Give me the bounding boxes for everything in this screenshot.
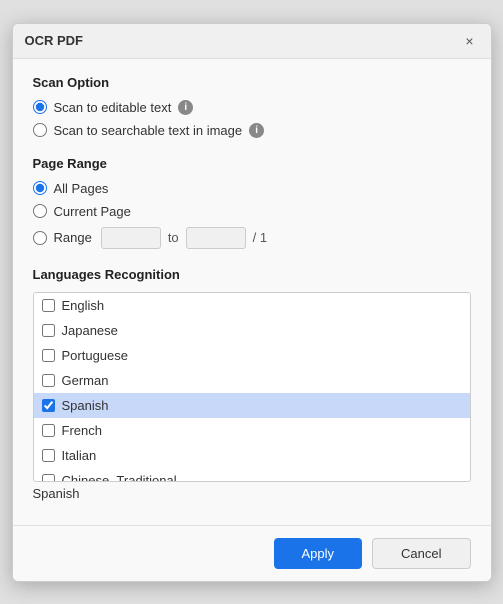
page-range-title: Page Range (33, 156, 471, 171)
list-item[interactable]: Italian (34, 443, 470, 468)
cancel-button[interactable]: Cancel (372, 538, 470, 569)
apply-button[interactable]: Apply (274, 538, 363, 569)
page-range-group: All Pages Current Page Range to / 1 (33, 181, 471, 249)
range-total-text: / 1 (253, 230, 267, 245)
list-item[interactable]: German (34, 368, 470, 393)
lang-checkbox-6[interactable] (42, 449, 55, 462)
range-label: Range (54, 230, 92, 245)
current-page-radio[interactable] (33, 204, 47, 218)
range-from-input[interactable] (101, 227, 161, 249)
lang-checkbox-0[interactable] (42, 299, 55, 312)
list-item[interactable]: Spanish (34, 393, 470, 418)
scan-searchable-option[interactable]: Scan to searchable text in image i (33, 123, 471, 138)
scan-searchable-label: Scan to searchable text in image (54, 123, 243, 138)
range-option[interactable]: Range (33, 230, 92, 245)
close-button[interactable]: × (461, 32, 479, 50)
list-item[interactable]: Chinese_Traditional (34, 468, 470, 482)
scan-option-section: Scan Option Scan to editable text i Scan… (33, 75, 471, 138)
current-page-option[interactable]: Current Page (33, 204, 471, 219)
list-item[interactable]: Japanese (34, 318, 470, 343)
all-pages-radio[interactable] (33, 181, 47, 195)
scan-searchable-radio[interactable] (33, 123, 47, 137)
languages-list[interactable]: English Japanese Portuguese German Spanish Fr… (33, 292, 471, 482)
dialog-content: Scan Option Scan to editable text i Scan… (13, 59, 491, 525)
page-range-section: Page Range All Pages Current Page Range (33, 156, 471, 249)
ocr-dialog: OCR PDF × Scan Option Scan to editable t… (12, 23, 492, 582)
scan-editable-info-icon: i (178, 100, 193, 115)
lang-label: Japanese (62, 323, 118, 338)
list-item[interactable]: French (34, 418, 470, 443)
lang-checkbox-2[interactable] (42, 349, 55, 362)
lang-checkbox-7[interactable] (42, 474, 55, 482)
range-to-text: to (168, 230, 179, 245)
scan-option-title: Scan Option (33, 75, 471, 90)
dialog-title: OCR PDF (25, 33, 84, 48)
scan-editable-label: Scan to editable text (54, 100, 172, 115)
lang-checkbox-1[interactable] (42, 324, 55, 337)
lang-label: English (62, 298, 105, 313)
lang-label: Chinese_Traditional (62, 473, 177, 482)
scan-editable-option[interactable]: Scan to editable text i (33, 100, 471, 115)
lang-label: Spanish (62, 398, 109, 413)
lang-checkbox-5[interactable] (42, 424, 55, 437)
title-bar: OCR PDF × (13, 24, 491, 59)
scan-option-group: Scan to editable text i Scan to searchab… (33, 100, 471, 138)
list-item[interactable]: Portuguese (34, 343, 470, 368)
dialog-footer: Apply Cancel (13, 525, 491, 581)
lang-checkbox-4[interactable] (42, 399, 55, 412)
lang-label: Italian (62, 448, 97, 463)
range-radio[interactable] (33, 231, 47, 245)
scan-editable-radio[interactable] (33, 100, 47, 114)
current-page-label: Current Page (54, 204, 131, 219)
lang-label: French (62, 423, 102, 438)
list-item[interactable]: English (34, 293, 470, 318)
languages-title: Languages Recognition (33, 267, 471, 282)
languages-section: Languages Recognition English Japanese Por… (33, 267, 471, 505)
range-row: Range to / 1 (33, 227, 471, 249)
all-pages-label: All Pages (54, 181, 109, 196)
lang-label: Portuguese (62, 348, 129, 363)
lang-label: German (62, 373, 109, 388)
range-to-input[interactable] (186, 227, 246, 249)
lang-checkbox-3[interactable] (42, 374, 55, 387)
selected-language-display: Spanish (33, 482, 471, 505)
scan-searchable-info-icon: i (249, 123, 264, 138)
all-pages-option[interactable]: All Pages (33, 181, 471, 196)
